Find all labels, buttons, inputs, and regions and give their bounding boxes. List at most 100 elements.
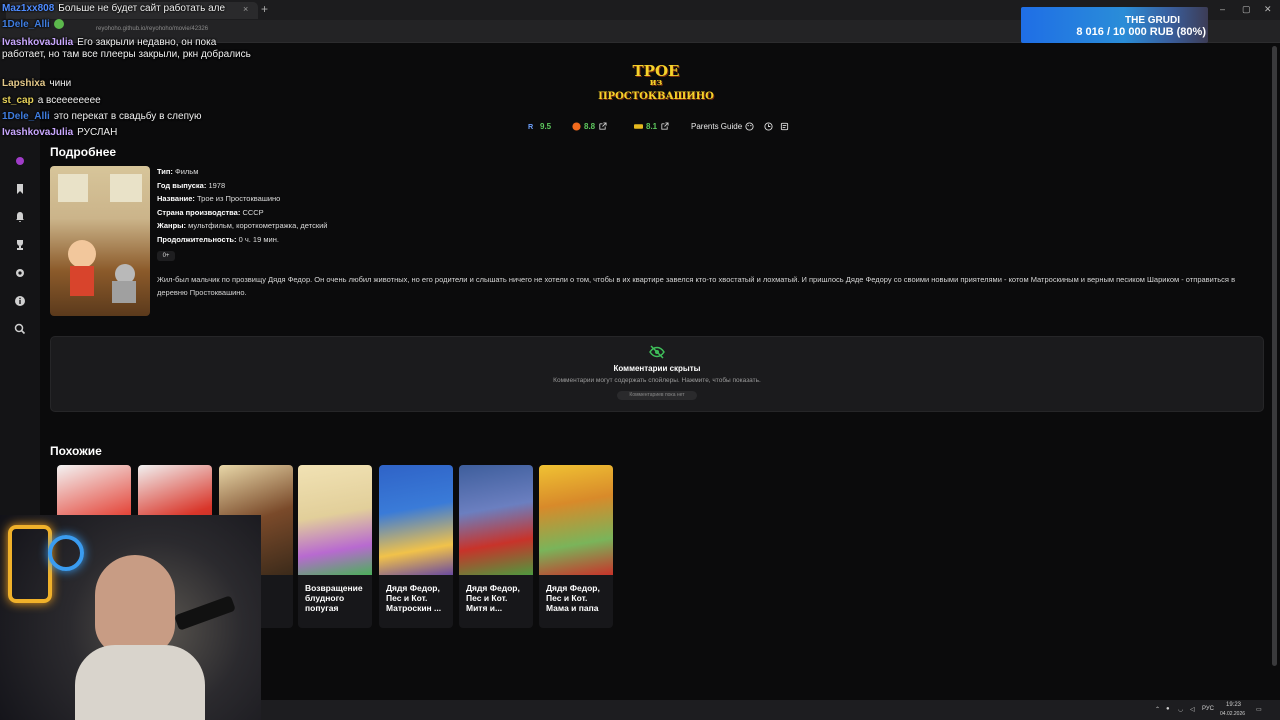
external-link-icon[interactable] <box>598 122 607 131</box>
tray-chevron-icon[interactable]: ⌃ <box>1155 706 1160 713</box>
chat-username: IvashkovaJulia <box>2 37 74 48</box>
rating-kinopoisk[interactable]: 8.8 <box>572 122 607 131</box>
windows-taskbar <box>261 700 1280 720</box>
chat-text: это перекат в свадьбу в слепую <box>53 111 202 122</box>
info-value: 0 ч. 19 мин. <box>238 235 279 244</box>
info-value: Трое из Простоквашино <box>197 194 281 203</box>
parents-guide-label: Parents Guide <box>691 122 743 131</box>
stream-chat: Maz1xx808 Больше не будет сайт работать а… <box>0 0 262 142</box>
external-link-icon[interactable] <box>660 122 669 131</box>
info-year: Год выпуска: 1978 <box>157 181 225 190</box>
trophy-icon[interactable] <box>13 238 27 252</box>
neon-sign <box>48 535 84 571</box>
streamer-shirt <box>75 645 205 720</box>
home-icon[interactable] <box>13 154 27 168</box>
tray-date[interactable]: 04.02.2026 <box>1220 711 1245 717</box>
svg-text:R: R <box>528 122 534 131</box>
chat-username: Lapshixa <box>2 78 46 89</box>
info-genres: Жанры: мультфильм, короткометражка, детс… <box>157 221 328 230</box>
bell-icon[interactable] <box>13 210 27 224</box>
info-value: СССР <box>242 208 264 217</box>
similar-card[interactable]: Возвращение блудного попугая <box>298 465 372 628</box>
notes-icon[interactable] <box>780 122 789 131</box>
similar-card-title: Дядя Федор, Пес и Кот. Матроскин ... <box>386 583 442 613</box>
chat-message: IvashkovaJulia РУСЛАН <box>2 127 117 139</box>
similar-poster <box>379 465 453 575</box>
similar-card[interactable]: Дядя Федор, Пес и Кот. Мама и папа <box>539 465 613 628</box>
info-label: Тип: <box>157 167 173 176</box>
info-label: Жанры: <box>157 221 187 230</box>
similar-poster <box>539 465 613 575</box>
chat-username: 1Dele_Alli <box>2 111 50 122</box>
chat-text: чини <box>49 78 72 89</box>
chat-message: Maz1xx808 Больше не будет сайт работать а… <box>2 3 225 15</box>
similar-card[interactable]: Дядя Федор, Пес и Кот. Митя и... <box>459 465 533 628</box>
chat-username: IvashkovaJulia <box>2 127 74 138</box>
search-icon[interactable] <box>13 322 27 336</box>
chat-message: 1Dele_Alli <box>2 19 64 31</box>
info-name: Название: Трое из Простоквашино <box>157 194 280 203</box>
chat-text: Больше не будет сайт работать але <box>58 3 226 14</box>
info-label: Название: <box>157 194 195 203</box>
similar-card[interactable]: Дядя Федор, Пес и Кот. Матроскин ... <box>379 465 453 628</box>
movie-logo-line2: из <box>649 78 663 88</box>
new-tab-button[interactable]: + <box>261 2 268 16</box>
similar-card-title: Дядя Федор, Пес и Кот. Мама и папа <box>546 583 600 613</box>
ratings-row: R 9.5 8.8 8.1 Parents Guide <box>526 122 796 136</box>
site-icon: R <box>528 122 534 131</box>
kinopoisk-icon <box>572 122 581 131</box>
webcam-overlay <box>0 515 261 720</box>
similar-poster <box>459 465 533 575</box>
chat-message: IvashkovaJulia Его закрыли недавно, он по… <box>2 37 252 61</box>
comments-count-pill: Комментариев пока нет <box>617 391 697 400</box>
info-value: Фильм <box>175 167 199 176</box>
notification-icon[interactable]: ▭ <box>1256 706 1262 713</box>
rating-value: 8.1 <box>646 122 658 131</box>
chat-message: 1Dele_Alli это перекат в свадьбу в слепую <box>2 111 201 123</box>
chat-username: 1Dele_Alli <box>2 19 50 30</box>
movie-logo-line3: ПРОСТОКВАШИНО <box>598 91 714 102</box>
movie-description: Жил-был мальчик по прозвищу Дядя Федор. … <box>157 275 1236 297</box>
info-type: Тип: Фильм <box>157 167 198 176</box>
tray-mic-icon[interactable]: ● <box>1166 706 1170 712</box>
rating-reyohoho[interactable]: R 9.5 <box>528 122 551 131</box>
info-label: Продолжительность: <box>157 235 237 244</box>
donation-amount: 8 016 / 10 000 RUB (80%) <box>1076 26 1206 38</box>
chat-message: st_cap а всееееееее <box>2 95 101 107</box>
chat-username: Maz1xx808 <box>2 3 55 14</box>
chat-text: РУСЛАН <box>77 127 118 138</box>
eye-off-icon <box>649 345 665 359</box>
minimize-button[interactable]: – <box>1220 4 1225 14</box>
tray-language[interactable]: РУС <box>1202 706 1214 712</box>
tray-wifi-icon[interactable]: ◡ <box>1178 706 1183 713</box>
info-duration: Продолжительность: 0 ч. 19 мин. <box>157 235 279 244</box>
comments-hidden-panel[interactable]: Комментарии скрыты Комментарии могут сод… <box>50 336 1264 412</box>
info-value: мультфильм, короткометражка, детский <box>188 221 328 230</box>
poster-illustration <box>58 174 142 303</box>
details-title: Подробнее <box>50 145 117 159</box>
comments-subtitle: Комментарии могут содержать спойлеры. На… <box>553 377 761 384</box>
gear-icon[interactable] <box>13 266 27 280</box>
tray-volume-icon[interactable]: ◁ <box>1190 706 1195 713</box>
similar-title: Похожие <box>50 444 102 458</box>
neon-sign <box>8 525 52 603</box>
similar-poster <box>298 465 372 575</box>
close-window-button[interactable]: ✕ <box>1264 4 1272 15</box>
tray-time[interactable]: 19:23 <box>1226 702 1241 708</box>
maximize-button[interactable]: ▢ <box>1242 4 1251 15</box>
rating-imdb[interactable]: 8.1 <box>634 122 669 131</box>
page-scrollbar[interactable] <box>1272 46 1277 666</box>
chat-message: Lapshixa чини <box>2 78 71 90</box>
parents-guide-link[interactable]: Parents Guide <box>691 122 754 131</box>
info-value: 1978 <box>208 181 226 190</box>
bookmark-icon[interactable] <box>13 182 27 196</box>
chat-username: st_cap <box>2 95 34 106</box>
streamer-face <box>95 555 175 655</box>
chat-text: а всееееееее <box>37 95 101 106</box>
comments-title: Комментарии скрыты <box>613 364 701 373</box>
chat-emote-icon <box>53 19 64 30</box>
info-icon[interactable] <box>13 294 27 308</box>
rating-value: 9.5 <box>540 122 552 131</box>
similar-card-title: Дядя Федор, Пес и Кот. Митя и... <box>466 583 520 613</box>
clock-icon[interactable] <box>764 122 773 131</box>
